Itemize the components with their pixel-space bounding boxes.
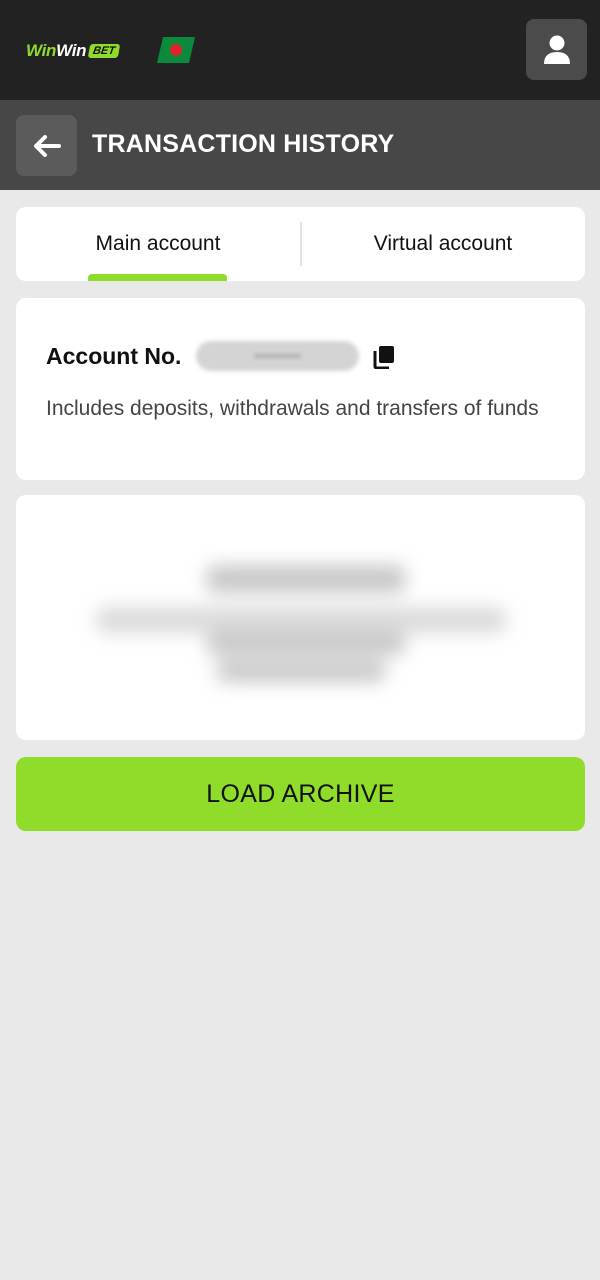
blurred-block (96, 607, 506, 633)
copy-icon[interactable] (372, 345, 396, 369)
account-description: Includes deposits, withdrawals and trans… (46, 397, 539, 420)
blurred-content (16, 495, 585, 740)
tab-main-account[interactable]: Main account (16, 207, 300, 281)
tab-virtual-account[interactable]: Virtual account (301, 207, 585, 281)
back-button[interactable] (16, 115, 77, 176)
blurred-block (216, 660, 386, 682)
user-icon (543, 35, 570, 64)
account-number-label: Account No. (46, 343, 182, 369)
account-info-card: Account No. ••••••••• Includes deposits,… (16, 298, 585, 480)
profile-button[interactable] (526, 19, 587, 80)
page-header: TRANSACTION HISTORY (0, 100, 600, 190)
logo-bet-badge: BET (87, 44, 121, 58)
bangladesh-flag-icon (157, 37, 195, 63)
blurred-block (206, 565, 406, 593)
logo-text: WinWin (26, 41, 87, 60)
active-tab-indicator (88, 274, 227, 281)
winwin-logo[interactable]: WinWin BET (26, 38, 121, 64)
load-archive-button[interactable]: LOAD ARCHIVE (16, 757, 585, 831)
page-title: TRANSACTION HISTORY (92, 130, 395, 158)
account-number-value: ••••••••• (196, 341, 359, 371)
transactions-placeholder-card (16, 495, 585, 740)
account-tabs: Main account Virtual account (16, 207, 585, 281)
blurred-block (206, 633, 406, 655)
arrow-left-icon (33, 134, 61, 157)
top-header: WinWin BET (0, 0, 600, 100)
